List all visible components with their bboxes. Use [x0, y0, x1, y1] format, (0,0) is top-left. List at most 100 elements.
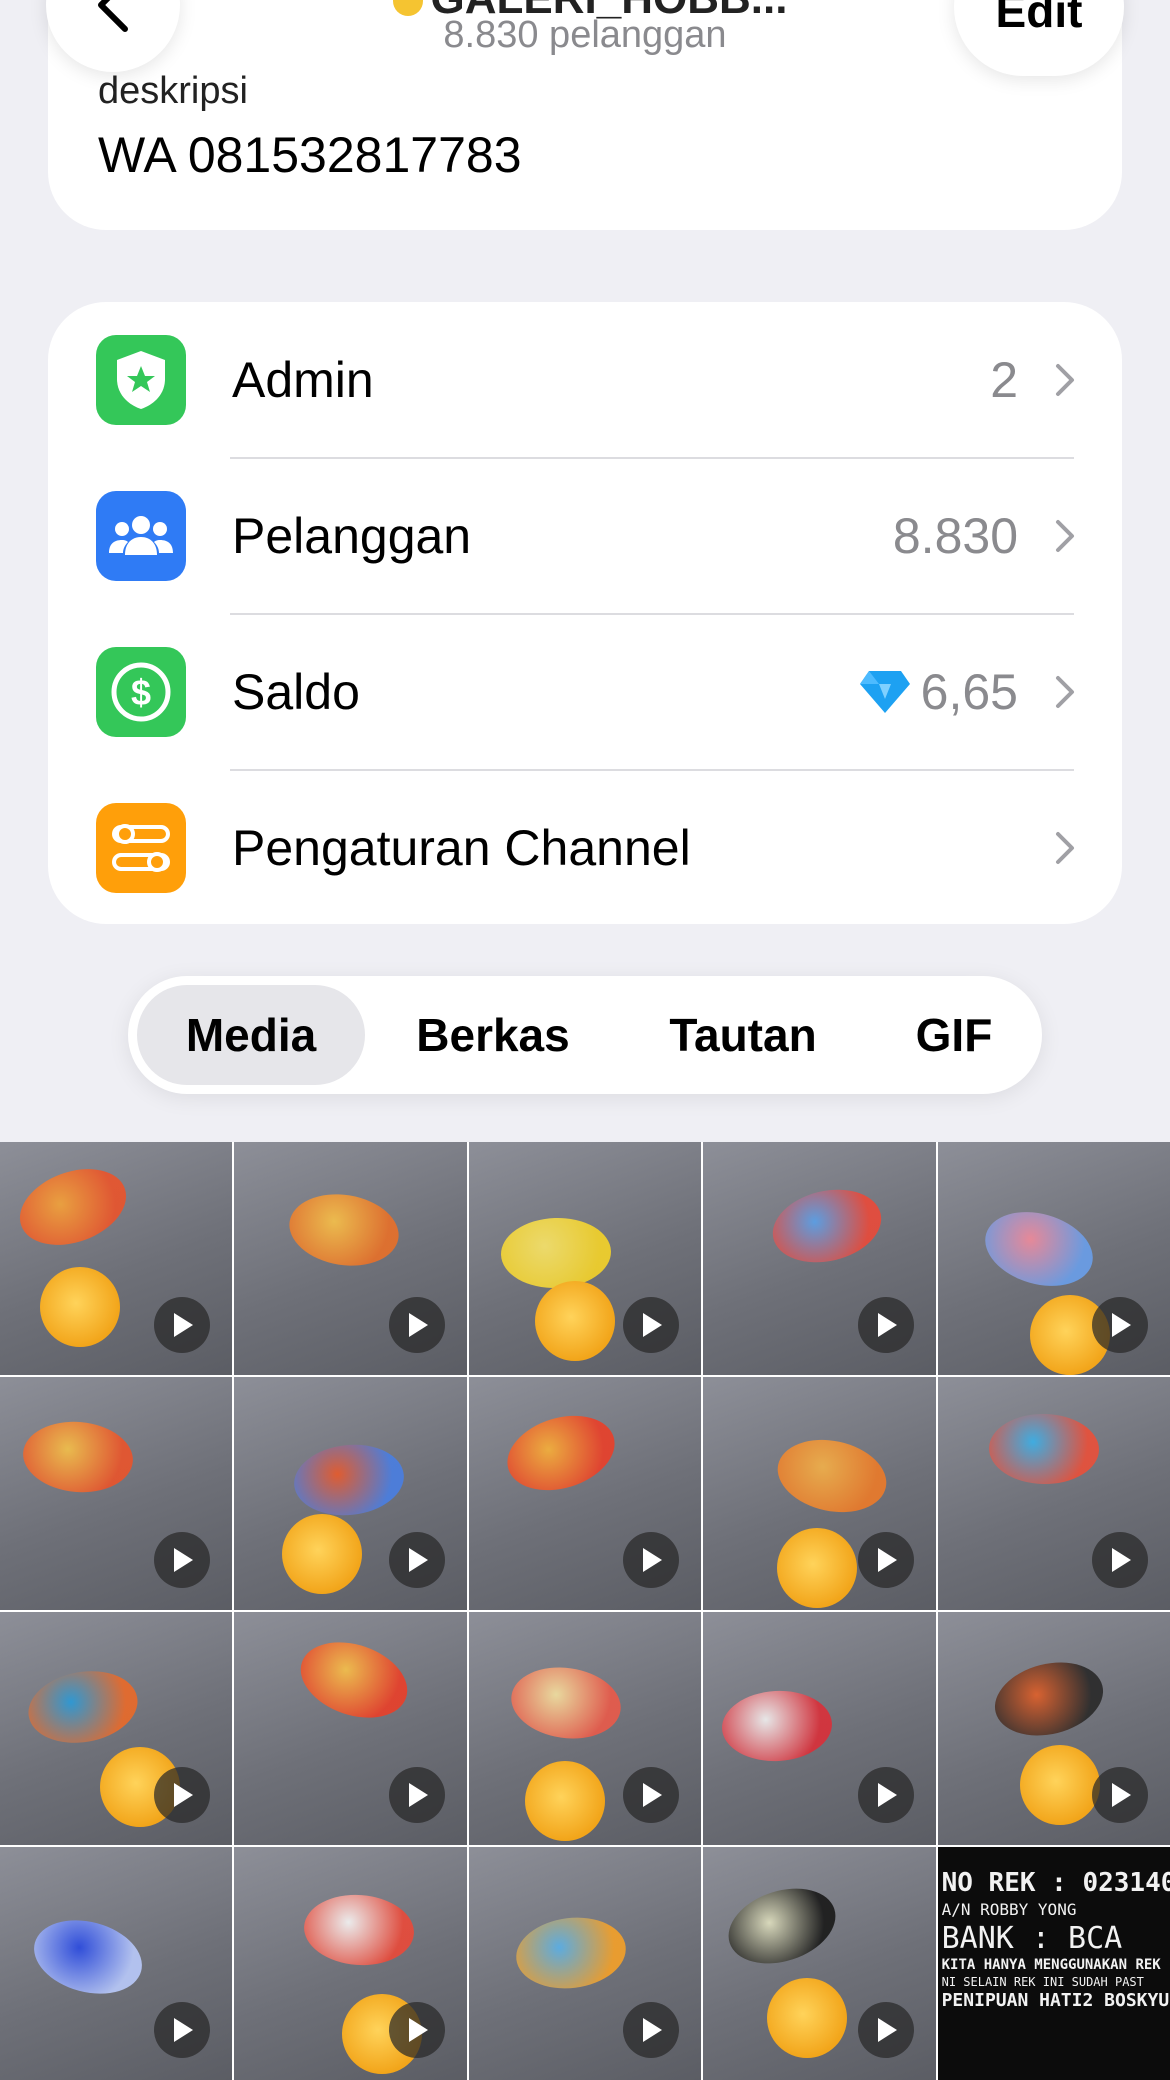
ornament-shape — [524, 1761, 605, 1841]
media-thumbnail[interactable] — [0, 1142, 233, 1375]
settings-row-pelanggan[interactable]: Pelanggan 8.830 — [48, 458, 1122, 614]
tab-media[interactable]: Media — [137, 985, 365, 1085]
chevron-right-icon — [1050, 360, 1080, 400]
media-thumbnail[interactable] — [703, 1377, 936, 1610]
bank-info-line: KITA HANYA MENGGUNAKAN REK — [941, 1957, 1161, 1973]
ornament-shape — [767, 1978, 848, 2058]
media-thumbnail[interactable] — [234, 1142, 467, 1375]
fish-shape — [720, 1688, 834, 1764]
bank-info-text: NO REK : 0231404618A/N ROBBY YONGBANK : … — [942, 1867, 1170, 2012]
media-thumbnail[interactable] — [468, 1377, 702, 1610]
settings-row-saldo[interactable]: $ Saldo 6,65 — [48, 614, 1122, 770]
fish-shape — [497, 1403, 624, 1503]
chevron-left-icon — [98, 0, 128, 32]
tab-berkas[interactable]: Berkas — [378, 985, 608, 1085]
fish-shape — [284, 1186, 405, 1274]
svg-text:$: $ — [131, 672, 151, 713]
media-thumbnail[interactable] — [468, 1142, 702, 1375]
media-thumbnail[interactable] — [234, 1377, 467, 1610]
media-thumbnail[interactable] — [468, 1612, 702, 1845]
fish-shape — [22, 1662, 144, 1752]
people-icon — [96, 491, 186, 581]
settings-row-channel-settings[interactable]: Pengaturan Channel — [48, 770, 1122, 924]
play-icon — [1091, 1297, 1148, 1353]
fish-shape — [20, 1417, 136, 1497]
media-thumbnail[interactable] — [703, 1612, 936, 1845]
media-thumbnail[interactable] — [234, 1847, 467, 2080]
media-thumbnail[interactable] — [703, 1847, 936, 2080]
fish-shape — [719, 1875, 846, 1977]
settings-row-label: Pengaturan Channel — [232, 820, 691, 876]
media-thumbnail[interactable] — [703, 1142, 936, 1375]
play-icon — [857, 1767, 914, 1823]
settings-row-admin[interactable]: Admin 2 — [48, 302, 1122, 458]
fish-shape — [9, 1155, 137, 1259]
bank-info-line: NO REK : 0231404618 — [941, 1868, 1170, 1898]
bank-info-line: PENIPUAN HATI2 BOSKYU,, — [941, 1989, 1170, 2011]
dollar-circle-icon: $ — [96, 647, 186, 737]
fish-shape — [25, 1908, 151, 2006]
fish-shape — [976, 1200, 1102, 1298]
play-icon — [388, 2002, 445, 2058]
admin-shield-icon — [96, 335, 186, 425]
media-thumbnail[interactable] — [0, 1612, 233, 1845]
play-icon — [623, 1767, 680, 1823]
channel-settings-list: Admin 2 Pelanggan 8.830 $ Saldo 6,65 Pen… — [48, 302, 1122, 924]
fish-shape — [506, 1660, 626, 1746]
tab-tautan[interactable]: Tautan — [618, 985, 868, 1085]
chevron-right-icon — [1050, 516, 1080, 556]
play-icon — [623, 1532, 680, 1588]
media-grid: NO REK : 0231404618A/N ROBBY YONGBANK : … — [0, 1142, 1170, 2080]
balance-value: 6,65 — [859, 663, 1018, 721]
fish-shape — [511, 1911, 630, 1995]
settings-row-label: Pelanggan — [232, 508, 472, 564]
fish-shape — [986, 1651, 1111, 1747]
media-thumbnail[interactable] — [234, 1612, 467, 1845]
play-icon — [154, 1767, 211, 1823]
play-icon — [623, 2002, 680, 2058]
fish-shape — [987, 1413, 1100, 1485]
subscriber-total: 8.830 — [892, 508, 1018, 564]
play-icon — [857, 1532, 914, 1588]
play-icon — [154, 2002, 211, 2058]
subscriber-count: 8.830 pelanggan — [443, 14, 727, 56]
ornament-shape — [40, 1267, 120, 1347]
play-icon — [1091, 1532, 1148, 1588]
settings-row-label: Saldo — [232, 664, 360, 720]
media-thumbnail[interactable] — [468, 1847, 702, 2080]
settings-row-label: Admin — [232, 352, 374, 408]
media-thumbnail[interactable] — [937, 1612, 1170, 1845]
play-icon — [388, 1767, 445, 1823]
fish-shape — [290, 1629, 418, 1731]
diamond-icon — [859, 671, 910, 713]
admin-count: 2 — [990, 352, 1018, 408]
ornament-shape — [1019, 1745, 1100, 1825]
play-icon — [154, 1297, 211, 1353]
media-thumbnail[interactable] — [0, 1377, 233, 1610]
play-icon — [154, 1532, 211, 1588]
fish-shape — [765, 1179, 889, 1273]
play-icon — [1091, 1767, 1148, 1823]
media-thumbnail[interactable] — [937, 1377, 1170, 1610]
tab-gif[interactable]: GIF — [876, 985, 1032, 1085]
toggles-icon — [96, 803, 186, 893]
description-value[interactable]: WA 081532817783 — [98, 126, 522, 184]
fish-shape — [771, 1430, 894, 1522]
media-tabs: Media Berkas Tautan GIF — [128, 976, 1042, 1094]
play-icon — [857, 2002, 914, 2058]
bank-info-line: BANK : BCA — [941, 1920, 1123, 1956]
fish-shape — [499, 1216, 612, 1290]
media-thumbnail[interactable]: NO REK : 0231404618A/N ROBBY YONGBANK : … — [937, 1847, 1170, 2080]
chevron-right-icon — [1050, 672, 1080, 712]
ornament-shape — [534, 1281, 615, 1361]
bank-info-line: A/N ROBBY YONG — [941, 1899, 1077, 1919]
ornament-shape — [282, 1514, 363, 1594]
play-icon — [623, 1297, 680, 1353]
play-icon — [388, 1297, 445, 1353]
play-icon — [388, 1532, 445, 1588]
media-thumbnail[interactable] — [937, 1142, 1170, 1375]
play-icon — [857, 1297, 914, 1353]
description-label: deskripsi — [98, 70, 248, 112]
ornament-shape — [777, 1528, 858, 1608]
media-thumbnail[interactable] — [0, 1847, 233, 2080]
